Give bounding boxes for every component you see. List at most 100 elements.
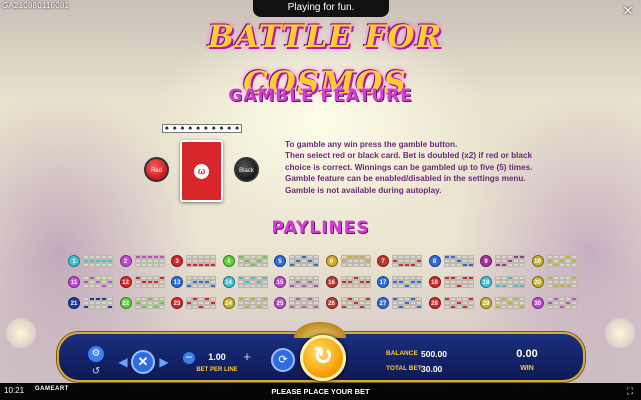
payline-pattern (340, 297, 371, 309)
payline-cell (107, 284, 113, 288)
payline-item: 6 (325, 253, 374, 269)
gamble-line: choice is correct. Winnings can be gambl… (285, 162, 533, 172)
payline-pattern (83, 255, 113, 267)
payline-pattern (237, 276, 268, 288)
payline-number: 6 (325, 255, 338, 267)
payline-number: 10 (531, 255, 544, 267)
payline-item: 17 (377, 274, 425, 290)
payline-cell (364, 284, 371, 288)
payline-pattern (443, 276, 474, 288)
payline-cell (261, 305, 268, 309)
payline-pattern (495, 276, 525, 288)
payline-item: 27 (377, 295, 425, 311)
payline-cell (313, 305, 319, 309)
payline-cell (519, 263, 525, 267)
next-page-icon[interactable]: ▶ (158, 354, 170, 370)
payline-item: 10 (531, 253, 580, 269)
payline-pattern (340, 276, 371, 288)
black-choice-button: Black (234, 157, 259, 182)
bet-per-line-value: 1.00 (208, 352, 226, 362)
card-strip-suit: ♠ (172, 125, 177, 132)
bet-per-line-label: BET PER LINE (196, 367, 238, 373)
payline-cell (570, 284, 577, 288)
payline-pattern (186, 297, 216, 309)
gamble-line: Gamble is not available during autoplay. (285, 185, 442, 195)
payline-item: 7 (377, 253, 425, 269)
payline-item: 5 (274, 253, 322, 269)
payline-item: 2 (119, 253, 168, 269)
payline-cell (467, 284, 474, 288)
payline-number: 8 (428, 255, 441, 267)
payline-item: 3 (171, 253, 219, 269)
status-message: PLEASE PLACE YOUR BET (271, 387, 370, 396)
close-paytable-button[interactable]: ✕ (131, 350, 155, 374)
payline-cell (158, 305, 165, 309)
settings-icon[interactable]: ⚙ (88, 346, 104, 362)
payline-pattern (546, 255, 577, 267)
bet-decrease-button[interactable]: − (183, 351, 195, 364)
payline-number: 9 (480, 255, 492, 267)
payline-item: 21 (68, 295, 116, 311)
payline-cell (416, 284, 422, 288)
gamble-line: Then select red or black card. Bet is do… (285, 151, 533, 161)
payline-number: 27 (377, 297, 389, 309)
payline-number: 20 (531, 276, 544, 288)
payline-pattern (495, 255, 525, 267)
gamble-line: To gamble any win press the gamble butto… (285, 140, 458, 149)
payline-number: 11 (68, 276, 80, 288)
payline-number: 22 (119, 297, 132, 309)
win-label: WIN (520, 365, 534, 372)
payline-pattern (237, 297, 268, 309)
card-strip-suit: ♠ (180, 125, 185, 132)
payline-cell (261, 263, 268, 267)
payline-number: 5 (274, 255, 286, 267)
close-icon[interactable]: ✕ (621, 4, 635, 18)
autoplay-button[interactable]: ⟳ (271, 348, 295, 372)
payline-number: 28 (428, 297, 441, 309)
payline-item: 4 (222, 253, 271, 269)
payline-pattern (289, 297, 319, 309)
payline-number: 14 (222, 276, 235, 288)
payline-cell (467, 305, 474, 309)
payline-item: 23 (171, 295, 219, 311)
payline-cell (313, 263, 319, 267)
payline-item: 22 (119, 295, 168, 311)
prev-page-icon[interactable]: ◀ (117, 354, 129, 370)
payline-item: 25 (274, 295, 322, 311)
spin-button[interactable]: ↻ (300, 335, 346, 381)
payline-cell (364, 305, 371, 309)
payline-number: 18 (428, 276, 441, 288)
payline-cell (519, 284, 525, 288)
payline-pattern (134, 255, 165, 267)
payline-item: 13 (171, 274, 219, 290)
win-value: 0.00 (516, 348, 538, 360)
payline-item: 11 (68, 274, 116, 290)
payline-item: 12 (119, 274, 168, 290)
total-bet-value: 30.00 (421, 364, 443, 374)
payline-pattern (289, 276, 319, 288)
fullscreen-icon[interactable]: ⛶ (624, 385, 636, 397)
payline-item: 18 (428, 274, 477, 290)
payline-number: 30 (531, 297, 544, 309)
gamble-description: To gamble any win press the gamble butto… (285, 139, 535, 196)
payline-cell (158, 263, 165, 267)
payline-cell (416, 305, 422, 309)
history-icon[interactable]: ↺ (88, 364, 104, 380)
payline-item: 15 (274, 274, 322, 290)
payline-pattern (495, 297, 525, 309)
payline-item: 20 (531, 274, 580, 290)
payline-cell (158, 284, 165, 288)
payline-number: 19 (480, 276, 492, 288)
payline-item: 9 (480, 253, 528, 269)
payline-number: 12 (119, 276, 132, 288)
paylines-grid: 1 2 3 4 5 6 7 8 9 10 11 12 13 14 15 16 17 18 19 20 21 22 23 24 2… (68, 253, 583, 313)
payline-number: 17 (377, 276, 389, 288)
paylines-title: PAYLINES (271, 218, 370, 238)
payline-item: 29 (480, 295, 528, 311)
bet-increase-button[interactable]: + (241, 350, 253, 363)
card-strip-suit: ♠ (219, 125, 224, 132)
payline-number: 2 (119, 255, 132, 267)
payline-number: 1 (68, 255, 80, 267)
payline-pattern (237, 255, 268, 267)
payline-number: 13 (171, 276, 183, 288)
